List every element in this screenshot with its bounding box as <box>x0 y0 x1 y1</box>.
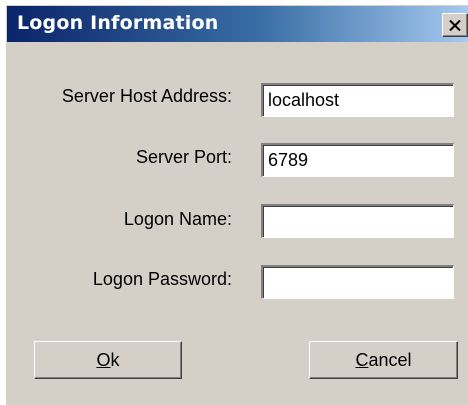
close-button[interactable] <box>442 13 468 37</box>
server-port-label: Server Port: <box>135 147 232 167</box>
cancel-button[interactable]: Cancel <box>309 341 458 379</box>
title-bar[interactable]: Logon Information <box>7 6 468 42</box>
close-icon <box>449 19 461 31</box>
ok-button[interactable]: Ok <box>34 341 182 379</box>
server-host-input[interactable] <box>261 83 454 117</box>
logon-password-label: Logon Password: <box>92 269 232 289</box>
dialog-title: Logon Information <box>17 12 219 34</box>
ok-label-rest: k <box>110 349 120 370</box>
logon-name-input[interactable] <box>261 204 454 238</box>
server-port-input[interactable] <box>261 143 454 177</box>
server-host-label: Server Host Address: <box>61 86 232 106</box>
logon-name-label: Logon Name: <box>123 209 232 229</box>
cancel-label-rest: ancel <box>368 349 412 370</box>
ok-accelerator: O <box>96 349 111 370</box>
logon-password-input[interactable] <box>261 265 454 299</box>
cancel-accelerator: C <box>355 349 369 370</box>
logon-dialog: Logon Information Server Host Address: S… <box>6 5 468 405</box>
